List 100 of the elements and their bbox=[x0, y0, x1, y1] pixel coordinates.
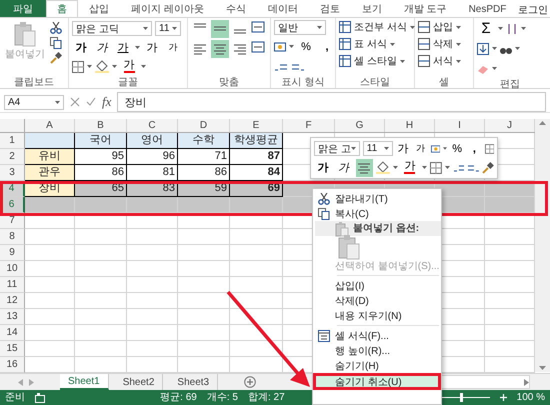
scroll-down-icon[interactable] bbox=[539, 366, 546, 370]
caret-icon[interactable] bbox=[172, 27, 177, 30]
row-header[interactable]: 2 bbox=[0, 149, 25, 165]
row-header[interactable]: 12 bbox=[0, 293, 25, 309]
scroll-up-icon[interactable] bbox=[539, 121, 546, 125]
ribbon-tab[interactable]: 데이터 bbox=[256, 0, 309, 17]
caret-icon[interactable] bbox=[289, 45, 294, 48]
caret-icon[interactable] bbox=[141, 65, 146, 68]
column-header[interactable]: E bbox=[230, 119, 283, 132]
font-color-button[interactable]: 가 bbox=[401, 158, 419, 176]
style-button[interactable]: 표 서식 bbox=[339, 37, 415, 51]
column-header[interactable]: D bbox=[178, 119, 230, 132]
caret-icon[interactable] bbox=[498, 27, 503, 30]
caret-icon[interactable] bbox=[422, 166, 427, 169]
menu-item[interactable]: 셀 서식(F)... bbox=[313, 328, 441, 343]
scroll-right-icon[interactable] bbox=[524, 378, 529, 386]
font-name-field[interactable]: 맑은 고 bbox=[314, 141, 360, 156]
decimal-increase-icon[interactable] bbox=[452, 162, 464, 172]
borders-icon[interactable] bbox=[430, 162, 442, 174]
column-header[interactable]: G bbox=[335, 119, 385, 132]
name-box[interactable]: A4 bbox=[4, 94, 64, 110]
number-format-field[interactable]: 일반 bbox=[274, 20, 326, 35]
column-header[interactable]: F bbox=[283, 119, 335, 132]
format-painter-icon[interactable] bbox=[482, 162, 494, 174]
caret-icon[interactable] bbox=[390, 42, 395, 46]
merge-icon[interactable] bbox=[251, 40, 265, 54]
italic-button[interactable]: 가 bbox=[334, 158, 353, 176]
caret-icon[interactable] bbox=[456, 42, 461, 46]
vertical-scrollbar[interactable] bbox=[535, 119, 550, 372]
row-header[interactable]: 10 bbox=[0, 261, 25, 277]
font-color-button[interactable]: 가 bbox=[120, 58, 138, 76]
shrink-font-button[interactable]: 가 bbox=[164, 38, 182, 56]
caret-icon[interactable] bbox=[492, 47, 497, 50]
ribbon-tab[interactable]: 홈 bbox=[46, 0, 78, 17]
cells-button[interactable]: 서식 bbox=[418, 54, 461, 68]
caret-icon[interactable] bbox=[456, 60, 461, 62]
grow-font-button[interactable]: 가 bbox=[396, 140, 410, 158]
merge-icon[interactable] bbox=[484, 142, 494, 154]
format-painter-icon[interactable] bbox=[50, 52, 62, 64]
column-header[interactable]: H bbox=[385, 119, 435, 132]
menu-item[interactable]: 숨기기 취소(U) bbox=[313, 373, 441, 390]
cells-button[interactable]: 삽입 bbox=[418, 20, 461, 34]
caret-icon[interactable] bbox=[112, 65, 117, 68]
caret-icon[interactable] bbox=[515, 47, 520, 50]
caret-icon[interactable] bbox=[393, 166, 398, 169]
currency-icon[interactable] bbox=[430, 142, 440, 154]
decimal-increase-icon[interactable] bbox=[274, 62, 288, 72]
ribbon-tab[interactable]: 검토 bbox=[308, 0, 351, 17]
currency-icon[interactable] bbox=[274, 40, 286, 52]
zoom-level[interactable]: 100 % bbox=[516, 391, 545, 404]
font-style-button[interactable]: 가 bbox=[93, 38, 111, 56]
style-button[interactable]: 조건부 서식 bbox=[339, 20, 415, 34]
column-header[interactable]: B bbox=[75, 119, 127, 132]
comma-button[interactable]: , bbox=[467, 140, 482, 158]
menu-item[interactable]: 복사(C) bbox=[313, 206, 441, 221]
font-style-button[interactable]: 가 bbox=[72, 38, 90, 56]
font-name-field[interactable]: 맑은 고딕 bbox=[72, 21, 152, 36]
caret-icon[interactable] bbox=[492, 67, 497, 70]
row-header[interactable]: 3 bbox=[0, 165, 25, 181]
style-button[interactable]: 셀 스타일 bbox=[339, 54, 415, 68]
caret-icon[interactable] bbox=[521, 27, 526, 30]
row-header[interactable]: 15 bbox=[0, 341, 25, 357]
ribbon-tab[interactable]: 삽입 bbox=[78, 0, 120, 17]
caret-icon[interactable] bbox=[410, 26, 415, 28]
macro-record-icon[interactable] bbox=[35, 392, 45, 402]
percent-button[interactable]: % bbox=[450, 140, 464, 158]
wrap-text-icon[interactable] bbox=[251, 20, 265, 34]
decimal-decrease-icon[interactable] bbox=[467, 162, 480, 172]
fill-down-icon[interactable] bbox=[477, 42, 489, 54]
ribbon-tab[interactable]: 페이지 레이아웃 bbox=[120, 0, 215, 17]
shrink-font-button[interactable]: 가 bbox=[413, 140, 428, 158]
format-cells-icon[interactable] bbox=[318, 330, 330, 342]
borders-icon[interactable] bbox=[72, 60, 84, 72]
menu-item[interactable]: 행 높이(R)... bbox=[313, 343, 441, 358]
caret-icon[interactable] bbox=[384, 147, 389, 150]
menu-item[interactable]: 잘라내기(T) bbox=[313, 191, 441, 206]
fill-bucket-icon[interactable] bbox=[95, 60, 109, 73]
row-header[interactable]: 8 bbox=[0, 229, 25, 245]
caret-icon[interactable] bbox=[443, 147, 447, 150]
row-header[interactable]: 9 bbox=[0, 245, 25, 261]
caret-icon[interactable] bbox=[87, 65, 92, 68]
scissors-icon[interactable] bbox=[50, 22, 62, 34]
menu-item[interactable]: 삭제(D) bbox=[313, 293, 441, 308]
bold-button[interactable]: 가 bbox=[314, 158, 332, 176]
sheet-tab[interactable]: Sheet1 bbox=[60, 374, 109, 390]
decimal-decrease-icon[interactable] bbox=[291, 62, 305, 72]
zoom-in-icon[interactable] bbox=[500, 394, 507, 401]
row-header[interactable]: 16 bbox=[0, 357, 25, 373]
font-size-field[interactable]: 11 bbox=[155, 21, 181, 36]
cells-button[interactable]: 삭제 bbox=[418, 37, 461, 51]
copy-icon[interactable] bbox=[50, 37, 62, 49]
menu-item[interactable]: 숨기기(H) bbox=[313, 358, 441, 373]
caret-icon[interactable] bbox=[444, 166, 450, 169]
fill-bucket-icon[interactable] bbox=[376, 161, 390, 174]
caret-icon[interactable] bbox=[135, 46, 140, 49]
ribbon-tab[interactable]: 파일 bbox=[0, 0, 46, 17]
column-header[interactable]: A bbox=[25, 119, 75, 132]
ribbon-tab[interactable]: 보기 bbox=[350, 0, 393, 17]
autosum-button[interactable]: Σ bbox=[477, 20, 495, 38]
ribbon-tab[interactable]: NesPDF bbox=[458, 0, 518, 17]
